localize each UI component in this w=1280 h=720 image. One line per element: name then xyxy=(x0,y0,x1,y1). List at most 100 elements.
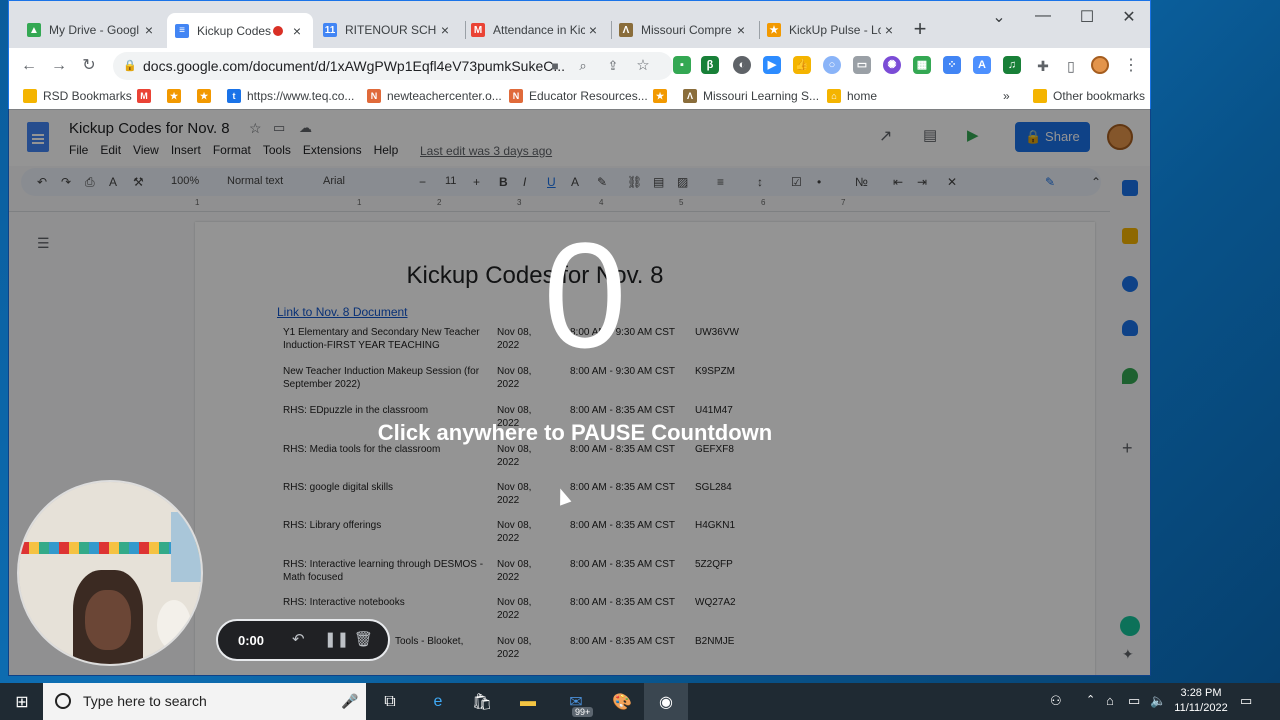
kickup-icon: ★ xyxy=(197,89,211,103)
taskbar-clock[interactable]: 3:28 PM 11/11/2022 xyxy=(1168,686,1234,716)
bookmark-ntc[interactable]: Nnewteachercenter.o... xyxy=(367,89,502,103)
profile-avatar[interactable] xyxy=(1091,56,1109,74)
close-icon[interactable]: × xyxy=(289,23,305,39)
tab-search-icon[interactable]: ⌄ xyxy=(977,7,1021,27)
bookmark-kickup-2[interactable]: ★ xyxy=(197,89,217,103)
close-icon[interactable]: × xyxy=(437,22,453,38)
ntc-icon: N xyxy=(509,89,523,103)
drive-icon: ▲ xyxy=(27,23,41,37)
side-panel-icon[interactable]: ▯ xyxy=(1059,54,1083,78)
bookmark-teq[interactable]: t https://www.teq.co... xyxy=(227,89,354,103)
close-icon[interactable]: × xyxy=(585,22,601,38)
recording-controls: 0:00 ↶ ❚❚ 🗑 xyxy=(216,619,390,661)
kickup-icon: ★ xyxy=(767,23,781,37)
extension-classroom-icon[interactable]: ▪ xyxy=(673,56,691,74)
trash-icon[interactable]: 🗑 xyxy=(354,630,373,648)
extension-music-icon[interactable]: ♫ xyxy=(1003,56,1021,74)
home-icon: ⌂ xyxy=(827,89,841,103)
webcam-bubble[interactable] xyxy=(17,480,203,666)
battery-icon[interactable]: ▭ xyxy=(1128,693,1140,709)
bookmark-gmail[interactable]: M xyxy=(137,89,157,103)
restart-icon[interactable]: ↶ xyxy=(292,630,305,648)
bookmark-label: Educator Resources... xyxy=(529,89,648,103)
extension-pulse-icon[interactable]: ◐ xyxy=(733,56,751,74)
extension-screen-icon[interactable]: ▭ xyxy=(853,56,871,74)
kebab-menu-icon[interactable]: ⋮ xyxy=(1119,54,1143,78)
pause-countdown-message[interactable]: Click anywhere to PAUSE Countdown xyxy=(340,420,810,446)
bookmark-kickup-1[interactable]: ★ xyxy=(167,89,187,103)
calendar-icon: 11 xyxy=(323,23,337,37)
extension-grid-icon[interactable]: ⁘ xyxy=(943,56,961,74)
bookmark-educator[interactable]: N Educator Resources... xyxy=(509,89,648,103)
extension-zoom-icon[interactable]: ▶ xyxy=(763,56,781,74)
forward-button[interactable]: → xyxy=(47,54,71,78)
bookmark-rsd[interactable]: RSD Bookmarks xyxy=(23,89,132,103)
share-page-icon[interactable]: ⇪ xyxy=(601,54,625,78)
bookmark-label: RSD Bookmarks xyxy=(43,89,132,103)
pause-icon[interactable]: ❚❚ xyxy=(324,630,349,648)
bookmarks-overflow-button[interactable]: » xyxy=(1003,89,1010,103)
volume-icon[interactable]: 🔈 xyxy=(1150,693,1166,709)
tab-kickup-codes[interactable]: ≡ Kickup Codes × xyxy=(167,13,313,48)
tab-label: Kickup Codes xyxy=(197,23,272,38)
back-button[interactable]: ← xyxy=(17,54,41,78)
extension-sheets-icon[interactable]: ▦ xyxy=(913,56,931,74)
camera-icon[interactable]: ■ xyxy=(543,54,567,78)
bookmark-missouri[interactable]: Ʌ Missouri Learning S... xyxy=(683,89,819,103)
recording-indicator-icon xyxy=(273,25,283,36)
close-icon[interactable]: × xyxy=(881,22,897,38)
extension-spark-icon[interactable]: ✺ xyxy=(883,56,901,74)
tab-ritenour[interactable]: 11 RITENOUR SCHO × xyxy=(315,15,461,45)
edge-icon[interactable]: e xyxy=(416,683,460,720)
close-icon[interactable]: × xyxy=(141,22,157,38)
extension-circle-icon[interactable]: ○ xyxy=(823,56,841,74)
bookmarks-bar: RSD Bookmarks M ★ ★ t https://www.teq.co.… xyxy=(9,84,1150,110)
tab-label: Missouri Compre xyxy=(641,23,732,37)
people-icon[interactable]: ⚇ xyxy=(1050,693,1062,709)
close-window-button[interactable]: ✕ xyxy=(1107,7,1150,27)
maximize-button[interactable]: ☐ xyxy=(1065,7,1109,27)
mo-icon: Ʌ xyxy=(683,89,697,103)
bookmark-label: https://www.teq.co... xyxy=(247,89,355,103)
network-icon[interactable]: ⌂ xyxy=(1106,693,1114,708)
extension-thumb-icon[interactable]: 👍 xyxy=(793,56,811,74)
tab-kickup-pulse[interactable]: ★ KickUp Pulse - Lo × xyxy=(759,15,905,45)
reload-button[interactable]: ↻ xyxy=(77,54,101,78)
extension-beta-icon[interactable]: β xyxy=(701,56,719,74)
notifications-icon[interactable]: ▭ xyxy=(1240,693,1252,709)
clock-time: 3:28 PM xyxy=(1180,687,1222,699)
countdown-number: 0 xyxy=(543,211,627,379)
windows-start-icon[interactable]: ⊞ xyxy=(0,683,44,720)
store-icon[interactable]: 🛍 xyxy=(460,683,504,720)
gmail-icon: M xyxy=(471,23,485,37)
gmail-icon: M xyxy=(137,89,151,103)
minimize-button[interactable]: — xyxy=(1021,7,1065,25)
other-bookmarks[interactable]: Other bookmarks xyxy=(1033,89,1145,103)
browser-toolbar: ← → ↻ 🔒 docs.google.com/document/d/1xAWg… xyxy=(9,48,1150,84)
tab-my-drive[interactable]: ▲ My Drive - Googl × xyxy=(19,15,165,45)
close-icon[interactable]: × xyxy=(733,22,749,38)
taskbar-search[interactable]: Type here to search 🎤 xyxy=(43,683,366,720)
bookmark-label: newteachercenter.o... xyxy=(387,89,502,103)
tab-strip: ▲ My Drive - Googl × ≡ Kickup Codes × 11… xyxy=(9,1,1150,48)
bookmark-label: Missouri Learning S... xyxy=(703,89,820,103)
microphone-icon[interactable]: 🎤 xyxy=(341,683,358,720)
paint-icon[interactable]: 🎨 xyxy=(600,683,644,720)
bookmark-label: Other bookmarks xyxy=(1053,89,1146,103)
kickup-icon: ★ xyxy=(653,89,667,103)
tab-attendance[interactable]: M Attendance in Kic × xyxy=(463,15,609,45)
show-hidden-icons[interactable]: ⌃ xyxy=(1086,693,1095,706)
new-tab-button[interactable]: + xyxy=(907,17,933,43)
tab-missouri[interactable]: Ʌ Missouri Compre × xyxy=(611,15,757,45)
bookmark-star-icon[interactable]: ☆ xyxy=(631,54,655,78)
bookmark-kickup-3[interactable]: ★ xyxy=(653,89,673,103)
tab-label: KickUp Pulse - Lo xyxy=(789,23,881,37)
extension-translate-icon[interactable]: A xyxy=(973,56,991,74)
chrome-icon[interactable]: ◉ xyxy=(644,683,688,720)
extensions-puzzle-icon[interactable]: ✚ xyxy=(1031,54,1055,78)
file-explorer-icon[interactable]: ▬ xyxy=(506,683,550,720)
bookmark-home[interactable]: ⌂ home xyxy=(827,89,877,103)
zoom-icon[interactable]: ⌕ xyxy=(571,54,595,78)
task-view-icon[interactable]: ⧉ xyxy=(368,683,412,720)
recording-timer: 0:00 xyxy=(238,633,265,648)
